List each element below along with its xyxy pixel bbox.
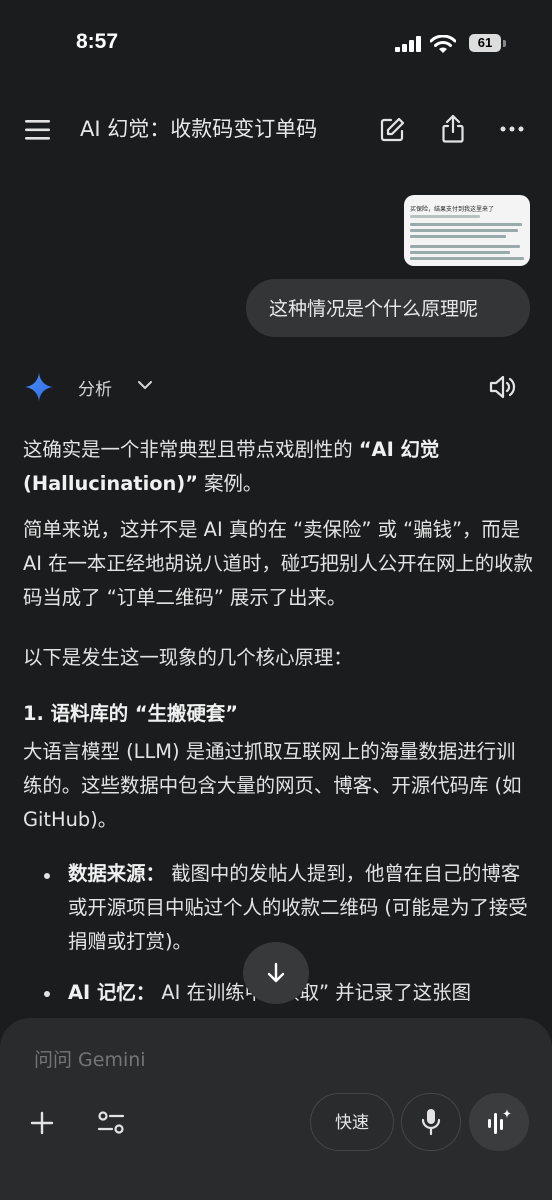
scroll-to-bottom-button[interactable] xyxy=(243,942,309,1004)
battery-tip xyxy=(503,40,506,47)
response-text: 这确实是一个非常典型且带点戏剧性的 xyxy=(23,438,359,461)
list-item-label: AI 记忆： xyxy=(68,981,156,1004)
menu-icon[interactable] xyxy=(24,118,52,142)
edit-icon[interactable] xyxy=(378,116,406,144)
microphone-icon xyxy=(421,1109,441,1136)
cellular-signal-icon xyxy=(395,36,421,52)
list-item: 数据来源： 截图中的发帖人提到，他曾在自己的博客或开源项目中贴过个人的收款二维码… xyxy=(68,857,528,959)
list-item-label: 数据来源： xyxy=(68,862,165,885)
response-paragraph: 大语言模型 (LLM) 是通过抓取互联网上的海量数据进行训练的。这些数据中包含大… xyxy=(23,740,522,831)
status-bar: 8:57 61 xyxy=(0,0,552,90)
gemini-star-icon xyxy=(25,373,53,401)
microphone-button[interactable] xyxy=(401,1093,461,1151)
tools-icon[interactable] xyxy=(97,1110,125,1136)
response-paragraph: 简单来说，这并不是 AI 真的在 “卖保险” 或 “骗钱”，而是 AI 在一本正… xyxy=(23,518,533,609)
arrow-down-icon xyxy=(267,962,285,983)
user-message-text: 这种情况是个什么原理呢 xyxy=(269,298,479,320)
response-text: 案例。 xyxy=(197,472,263,495)
live-waveform-icon xyxy=(488,1109,511,1134)
speaker-icon[interactable] xyxy=(488,373,518,401)
share-icon[interactable] xyxy=(441,114,465,144)
model-mode-label[interactable]: 分析 xyxy=(78,375,112,400)
prompt-input[interactable] xyxy=(34,1049,334,1071)
add-icon[interactable] xyxy=(30,1111,54,1135)
speed-mode-button[interactable]: 快速 xyxy=(310,1093,394,1151)
conversation-title[interactable]: AI 幻觉：收款码变订单码 xyxy=(80,113,317,143)
prompt-panel xyxy=(0,1018,552,1200)
live-mode-button[interactable] xyxy=(469,1093,529,1151)
wifi-icon xyxy=(430,35,456,53)
battery-indicator: 61 xyxy=(469,34,501,52)
response-paragraph: 以下是发生这一现象的几个核心原理： xyxy=(23,646,353,669)
bullet-dot xyxy=(44,991,50,997)
attachment-caption: 买保险，结果支付到我这里来了 xyxy=(410,206,495,213)
more-options-icon[interactable] xyxy=(500,126,524,132)
bullet-dot xyxy=(44,873,50,879)
response-heading: 1. 语料库的 “生搬硬套” xyxy=(23,702,238,725)
list-item-text: AI 在训练中 “读取” 并记录了这张图 xyxy=(155,981,471,1004)
clock: 8:57 xyxy=(76,30,119,53)
chevron-down-icon[interactable] xyxy=(136,379,154,391)
attached-image[interactable]: 买保险，结果支付到我这里来了 xyxy=(404,195,530,266)
response-paragraph: 这确实是一个非常典型且带点戏剧性的 “AI 幻觉 (Hallucination)… xyxy=(23,433,533,501)
